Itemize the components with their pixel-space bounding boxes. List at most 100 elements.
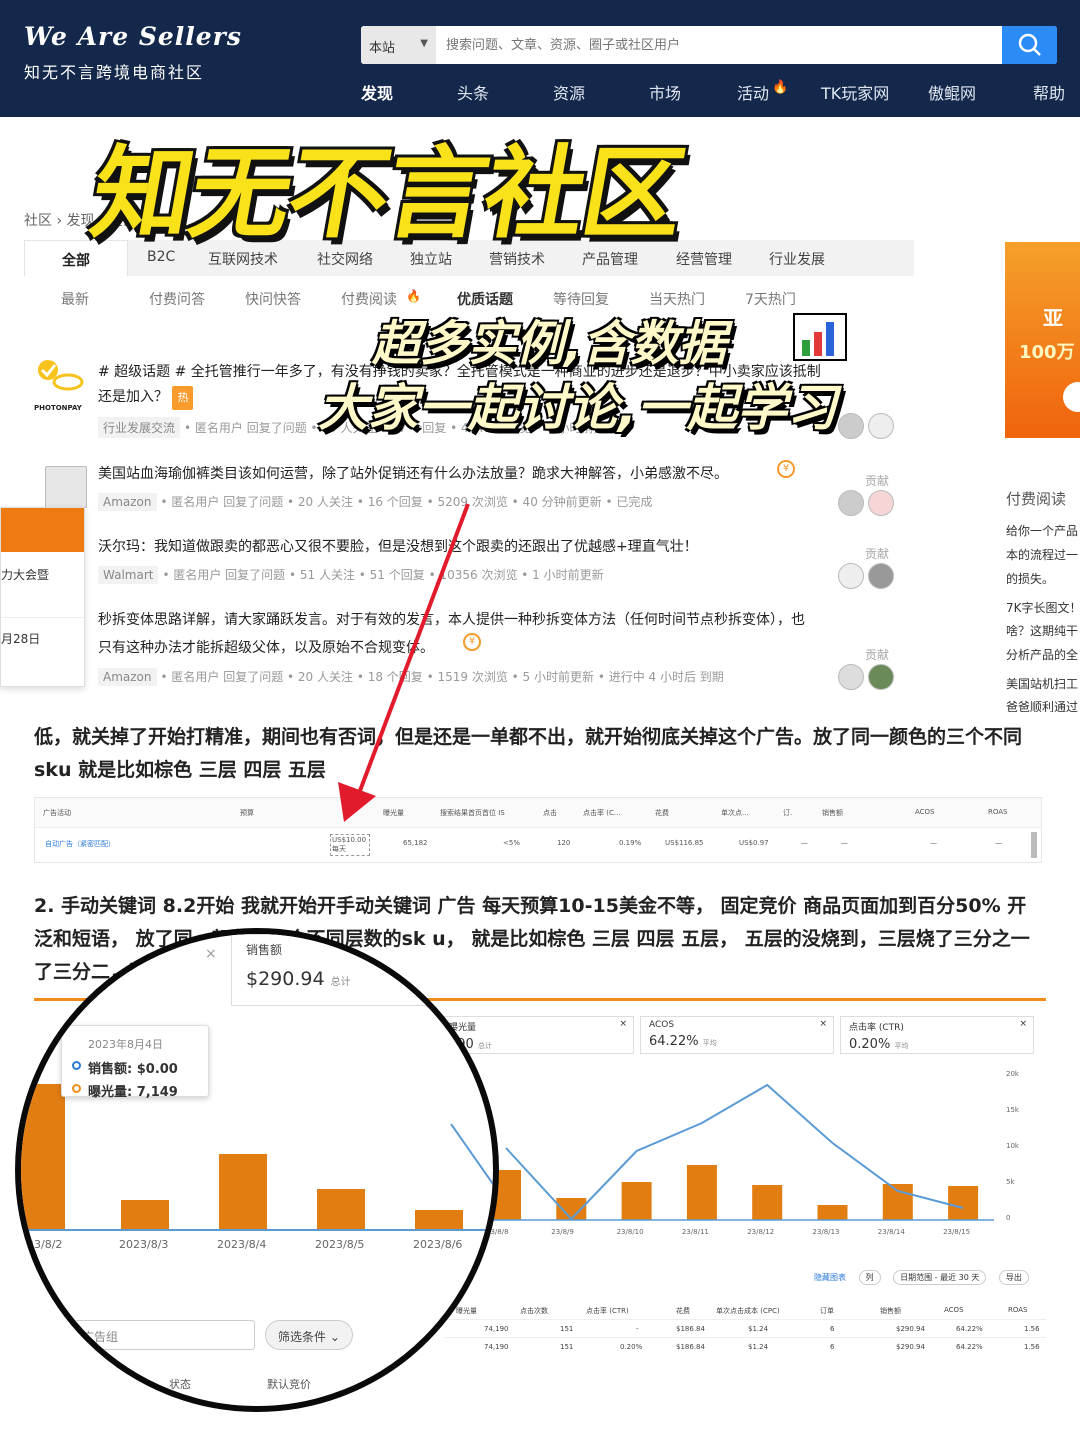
table-row[interactable]: 74,190 151 0.20% $186.84 $1.24 6 $290.94… — [444, 1338, 1046, 1356]
subtab-paid-qa[interactable]: 付费问答 — [149, 289, 205, 309]
subtab-latest[interactable]: 最新 — [61, 289, 89, 309]
metric-card-impressions[interactable]: 曝光量 190 总计 × — [440, 1016, 634, 1054]
question-tag[interactable]: 行业发展交流 — [98, 417, 181, 438]
left-event-card[interactable]: 力大会暨 月28日 — [0, 507, 85, 687]
avatar[interactable] — [838, 490, 864, 516]
nav-tk[interactable]: TK玩家网 — [821, 80, 889, 104]
nav-aokun[interactable]: 傲鲲网 — [928, 80, 976, 104]
hide-chart-link[interactable]: 隐藏图表 — [814, 1273, 846, 1282]
contribution-label: 贡献 — [865, 547, 890, 561]
zoomed-bar-chart: 2023/8/2 2023/8/3 2023/8/4 2023/8/5 2023/8/6 — [21, 1084, 493, 1251]
metric-card-ctr[interactable]: 点击率 (CTR) 0.20% 平均 × — [840, 1016, 1034, 1054]
tab-operation[interactable]: 经营管理 — [676, 249, 732, 269]
article-paragraph: 低，就关掉了开始打精准，期间也有否词，但是还是一单都不出，就开始彻底关掉这个广告… — [34, 726, 1023, 748]
nav-resources[interactable]: 资源 — [553, 80, 585, 104]
search-bar: 本站 ▼ — [361, 26, 1057, 64]
side-line[interactable]: 7K字长图文！ — [1006, 599, 1080, 616]
x-tick-label: 2023/8/2 — [21, 1238, 62, 1251]
table-header: 花费 — [655, 809, 669, 817]
avatar[interactable] — [868, 563, 894, 589]
default-bid-header: 默认竞价 — [267, 1378, 311, 1391]
filter-button[interactable]: 筛选条件 ⌄ — [265, 1320, 353, 1350]
table-cell: $186.84 — [676, 1325, 705, 1333]
avatar[interactable] — [838, 563, 864, 589]
ad-group-filter-input[interactable]: 广告组 — [69, 1320, 255, 1350]
close-icon[interactable]: × — [1019, 1019, 1027, 1029]
search-input[interactable] — [436, 26, 1002, 64]
table-row[interactable]: 74,190 151 - $186.84 $1.24 6 $290.94 64.… — [444, 1320, 1046, 1338]
avatar[interactable] — [868, 413, 894, 439]
tab-industry[interactable]: 行业发展 — [769, 249, 825, 269]
table-cell: 151 — [560, 1343, 574, 1351]
article-paragraph: sku 就是比如棕色 三层 四层 五层 — [34, 759, 326, 781]
close-icon[interactable]: × — [819, 1019, 827, 1029]
series-line — [450, 1123, 493, 1185]
table-header-row: 曝光量 点击次数 点击率 (CTR) 花费 单次点击成本 (CPC) 订单 销售… — [444, 1300, 1046, 1320]
nav-events[interactable]: 活动 — [737, 80, 769, 104]
avatar[interactable] — [838, 664, 864, 690]
metric-card-acos[interactable]: ACOS 64.22% 平均 × — [640, 1016, 834, 1054]
card-line1: 力大会暨 — [1, 568, 50, 582]
side-line[interactable]: 本的流程过一 — [1006, 546, 1078, 563]
side-banner[interactable]: 亚 100万 — [1005, 242, 1080, 438]
x-tick-label: 2023/8/3 — [119, 1238, 168, 1251]
bar — [21, 1084, 65, 1230]
hot-badge: 热 — [172, 386, 194, 410]
metric-value-sales: $290.94 总计 — [246, 968, 412, 990]
avatar[interactable] — [838, 413, 864, 439]
scrollbar[interactable] — [1031, 832, 1037, 858]
table-header: 销售额 — [880, 1307, 901, 1315]
brand-logo[interactable]: We Are Sellers 知无不言跨境电商社区 — [24, 22, 242, 83]
side-banner-text2: 100万 — [1019, 342, 1075, 363]
side-line[interactable]: 分析产品的全 — [1006, 646, 1078, 663]
side-line[interactable]: 给你一个产品 — [1006, 522, 1078, 539]
avatar[interactable] — [868, 490, 894, 516]
side-line[interactable]: 啥？这期纯干 — [1006, 622, 1078, 639]
avatar[interactable] — [868, 664, 894, 690]
close-icon[interactable]: × — [205, 946, 217, 962]
search-button[interactable] — [1002, 26, 1057, 64]
tooltip-sales: 销售额: $0.00 — [72, 1058, 208, 1077]
side-line[interactable]: 美国站机扫工 — [1006, 675, 1078, 692]
side-line[interactable]: 的损失。 — [1006, 570, 1054, 587]
table-header: 点击率 (C... — [583, 809, 621, 817]
question-tag[interactable]: Amazon — [98, 668, 157, 686]
table-cell: 0.19% — [619, 839, 642, 847]
export-button[interactable]: 导出 — [998, 1270, 1029, 1285]
nav-help[interactable]: 帮助 — [1033, 80, 1065, 104]
x-tick-label: 2023/8/6 — [413, 1238, 462, 1251]
table-header: 单次点击成本 (CPC) — [716, 1307, 780, 1315]
nav-market[interactable]: 市场 — [649, 80, 681, 104]
columns-button[interactable]: 列 — [858, 1270, 881, 1285]
table-cell: 64.22% — [956, 1343, 983, 1351]
filter-button-label: 筛选条件 — [278, 1330, 327, 1344]
table-cell: 1.56 — [1024, 1325, 1040, 1333]
nav-discover[interactable]: 发现 — [361, 80, 393, 104]
table-header: 点击率 (CTR) — [586, 1307, 629, 1315]
table-cell: 74,190 — [484, 1325, 509, 1333]
question-tag[interactable]: Walmart — [98, 566, 159, 584]
question-title-cont[interactable]: 还是加入？ 热 — [98, 385, 194, 410]
subtab-quick-qa[interactable]: 快问快答 — [245, 289, 301, 309]
table-header: 花费 — [676, 1307, 690, 1315]
date-range-button[interactable]: 日期范围 - 最近 30 天 — [893, 1270, 987, 1285]
table-cell: 6 — [830, 1325, 835, 1333]
user-avatar-placeholder[interactable] — [45, 466, 87, 508]
red-arrow-annotation — [338, 503, 470, 822]
search-scope-select[interactable]: 本站 ▼ — [361, 26, 436, 64]
table-row[interactable]: 自动广告（紧密匹配） US$10.00 每天 65,182 <5% 120 0.… — [35, 828, 1041, 862]
table-cell: — — [995, 839, 1002, 847]
question-tag[interactable]: Amazon — [98, 493, 157, 511]
metric-card-sales[interactable]: 销售额 $290.94 总计 — [231, 934, 427, 1006]
subtab-7days[interactable]: 7天热门 — [745, 289, 796, 309]
question-title[interactable]: 美国站血海瑜伽裤类目该如何运营，除了站外促销还有什么办法放量？跪求大神解答，小弟… — [98, 462, 728, 486]
campaign-link[interactable]: 自动广告（紧密匹配） — [45, 839, 115, 849]
table-header: ROAS — [988, 808, 1008, 816]
close-icon[interactable]: × — [619, 1019, 627, 1029]
nav-headlines[interactable]: 头条 — [457, 80, 489, 104]
metric-unit: 总计 — [477, 1042, 492, 1050]
table-header: 点击 — [543, 809, 557, 817]
budget-cell[interactable]: US$10.00 每天 — [330, 834, 370, 856]
metric-value-ctr: 0.20% 平均 — [849, 1037, 1025, 1052]
table-cell: 120 — [557, 839, 571, 847]
